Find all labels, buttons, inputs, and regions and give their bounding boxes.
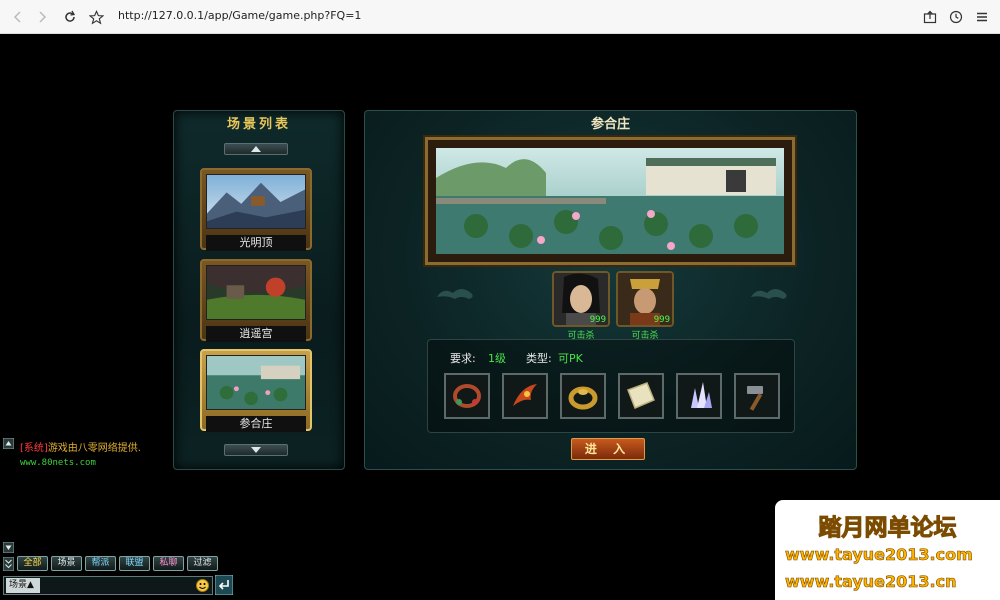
reload-icon[interactable] <box>60 7 80 27</box>
chat-scope-select[interactable]: 场景▲ <box>6 578 40 593</box>
requirement-label: 要求: <box>450 352 476 365</box>
scene-banner <box>425 137 795 265</box>
share-icon[interactable] <box>920 7 940 27</box>
bracelet-icon <box>453 384 481 408</box>
hammer-icon <box>747 386 763 411</box>
claw-icon <box>513 384 537 406</box>
requirement-box: 要求: 1级 类型: 可PK <box>427 339 795 433</box>
scene-thumbnail <box>206 355 306 410</box>
npc-level: 999 <box>653 315 670 325</box>
chat-system-message: [系统]游戏由八零网络提供. <box>20 439 141 454</box>
arrow-up-icon <box>251 146 261 152</box>
chat-collapse-icon[interactable] <box>3 557 14 571</box>
scene-label: 逍遥宫 <box>206 326 306 342</box>
chat-scroll-down-icon[interactable] <box>3 542 14 553</box>
reward-slot[interactable] <box>502 373 548 419</box>
crystal-icon <box>691 382 712 408</box>
scene-card-canhezhuang[interactable]: 参合庄 <box>200 349 312 432</box>
chat-tab-alliance[interactable]: 联盟 <box>119 556 150 571</box>
chat-input[interactable]: 场景▲ <box>3 576 213 595</box>
scene-card-xiaoyaogong[interactable]: 逍遥宫 <box>200 259 312 342</box>
chat-tab-filter[interactable]: 过滤 <box>187 556 218 571</box>
chat-system-text: 游戏由八零网络提供. <box>47 443 141 454</box>
forward-icon[interactable] <box>32 7 52 27</box>
npc-level: 999 <box>589 315 606 325</box>
emoji-icon[interactable] <box>196 579 209 592</box>
chat-tab-scene[interactable]: 场景 <box>51 556 82 571</box>
reward-slot[interactable] <box>676 373 722 419</box>
scroll-down-button[interactable] <box>224 444 288 456</box>
browser-toolbar: http://127.0.0.1/app/Game/game.php?FQ=1 <box>0 0 1000 34</box>
scene-thumbnail <box>206 174 306 229</box>
chat-tabs: 全部 场景 帮派 联盟 私聊 过滤 <box>17 556 218 571</box>
scene-list-panel: 场景列表 光明顶 逍遥宫 参合庄 <box>173 110 345 470</box>
scroll-icon <box>627 382 655 409</box>
scene-banner-image <box>436 148 784 254</box>
chat-site-link[interactable]: www.80nets.com <box>20 458 96 468</box>
scene-detail-panel: 参合庄 999 可击杀 999 可击杀 要求: 1级 类型: 可PK 进 入 <box>364 110 857 470</box>
reward-slot[interactable] <box>618 373 664 419</box>
back-icon[interactable] <box>8 7 28 27</box>
scroll-up-button[interactable] <box>224 143 288 155</box>
chat-expand-icon[interactable] <box>3 438 14 449</box>
watermark-url-cn: www.tayue2013.cn <box>785 572 957 592</box>
requirement-value: 1级 <box>488 352 506 365</box>
type-label: 类型: <box>526 352 552 365</box>
scene-thumbnail <box>206 265 306 320</box>
scene-label: 参合庄 <box>206 416 306 432</box>
cloud-ornament-icon <box>437 289 473 299</box>
send-enter-icon[interactable] <box>215 575 233 595</box>
ring-icon <box>568 386 598 410</box>
type-value: 可PK <box>558 352 583 365</box>
game-stage: 场景列表 光明顶 逍遥宫 参合庄 参合庄 999 可击杀 999 可击杀 要求:… <box>0 34 1000 600</box>
reward-slot[interactable] <box>560 373 606 419</box>
watermark-title: 踏月网单论坛 <box>818 515 957 542</box>
reward-slot[interactable] <box>444 373 490 419</box>
arrow-down-icon <box>251 447 261 453</box>
star-icon[interactable] <box>86 7 106 27</box>
scene-label: 光明顶 <box>206 235 306 251</box>
enter-button[interactable]: 进 入 <box>571 438 645 460</box>
chat-system-tag: [系统] <box>20 443 48 454</box>
scene-card-guangmingding[interactable]: 光明顶 <box>200 168 312 251</box>
scene-title: 参合庄 <box>590 117 630 132</box>
chat-tab-all[interactable]: 全部 <box>17 556 48 571</box>
forum-watermark: 踏月网单论坛 www.tayue2013.com www.tayue2013.c… <box>775 500 1000 600</box>
chat-tab-guild[interactable]: 帮派 <box>85 556 116 571</box>
menu-icon[interactable] <box>972 7 992 27</box>
reward-slot[interactable] <box>734 373 780 419</box>
scene-list-title: 场景列表 <box>226 117 291 132</box>
watermark-url-com: www.tayue2013.com <box>785 545 973 565</box>
address-bar[interactable]: http://127.0.0.1/app/Game/game.php?FQ=1 <box>118 9 361 22</box>
history-icon[interactable] <box>946 7 966 27</box>
cloud-ornament-icon <box>751 289 787 299</box>
npc-portrait[interactable]: 999 <box>616 271 674 327</box>
npc-portrait[interactable]: 999 <box>552 271 610 327</box>
chat-tab-private[interactable]: 私聊 <box>153 556 184 571</box>
